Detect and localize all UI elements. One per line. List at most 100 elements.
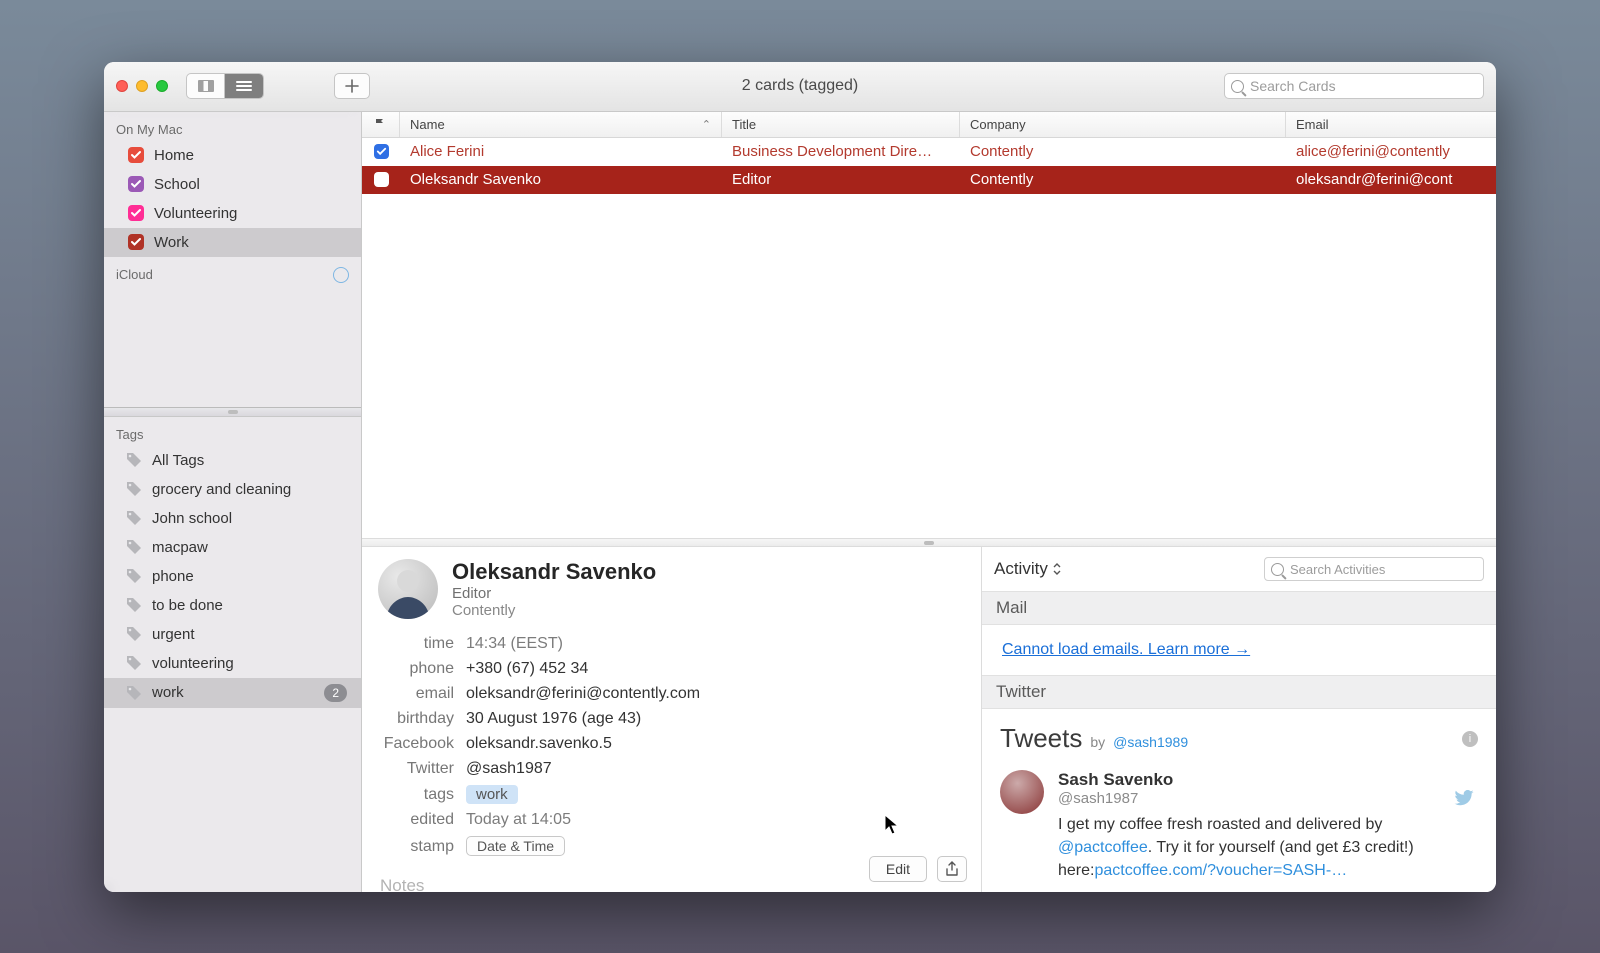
sidebar-deck-school[interactable]: School: [104, 170, 361, 199]
sidebar-deck-work[interactable]: Work: [104, 228, 361, 257]
card-row[interactable]: Oleksandr Savenko Editor Contently oleks…: [362, 166, 1496, 194]
horizontal-split-handle[interactable]: [362, 538, 1496, 547]
column-header-company[interactable]: Company: [960, 112, 1286, 137]
tweet-mention-link[interactable]: @pactcoffee: [1058, 839, 1148, 856]
sidebar-item-label: Home: [154, 147, 194, 164]
column-header-email[interactable]: Email: [1286, 112, 1496, 137]
stamp-date-time-button[interactable]: Date & Time: [466, 836, 565, 856]
tweets-heading: Tweets: [1000, 723, 1082, 754]
sidebar-tag-label: All Tags: [152, 452, 204, 469]
window-close-button[interactable]: [116, 80, 128, 92]
tweet-url-link[interactable]: pactcoffee.com/?voucher=SASH-…: [1094, 862, 1347, 879]
mail-load-error-link[interactable]: Cannot load emails. Learn more →: [1002, 641, 1250, 658]
tag-chip-work[interactable]: work: [466, 785, 518, 804]
edit-card-button[interactable]: Edit: [869, 856, 927, 882]
window-zoom-button[interactable]: [156, 80, 168, 92]
sidebar-tag-macpaw[interactable]: macpaw: [104, 533, 361, 562]
sidebar-group-icloud[interactable]: iCloud: [104, 257, 361, 287]
tag-icon: [126, 655, 142, 671]
field-label-email: email: [378, 685, 454, 703]
share-card-button[interactable]: [937, 856, 967, 882]
tweet-item[interactable]: Sash Savenko @sash1987 I get my coffee f…: [982, 764, 1496, 889]
field-label-birthday: birthday: [378, 710, 454, 728]
contact-avatar[interactable]: [378, 559, 438, 619]
sidebar-deck-volunteering[interactable]: Volunteering: [104, 199, 361, 228]
color-swatch-icon: [128, 176, 144, 192]
activity-heading-dropdown[interactable]: Activity: [994, 559, 1062, 579]
sidebar-tag-label: macpaw: [152, 539, 208, 556]
tag-icon: [126, 626, 142, 642]
plus-icon: [345, 79, 359, 93]
field-value-twitter[interactable]: @sash1987: [466, 760, 552, 778]
sidebar-tag-work[interactable]: work2: [104, 678, 361, 708]
contact-job-title: Editor: [452, 585, 656, 602]
field-value-phone[interactable]: +380 (67) 452 34: [466, 660, 588, 678]
view-mode-list-button[interactable]: [225, 74, 263, 98]
row-name: Oleksandr Savenko: [400, 171, 722, 188]
card-row[interactable]: Alice Ferini Business Development Dire… …: [362, 138, 1496, 166]
search-activities-field[interactable]: [1264, 557, 1484, 581]
view-mode-columns-button[interactable]: [187, 74, 225, 98]
tag-icon: [126, 568, 142, 584]
tweet-author-name[interactable]: Sash Savenko: [1058, 770, 1173, 789]
titlebar: 2 cards (tagged): [104, 62, 1496, 112]
row-name: Alice Ferini: [400, 143, 722, 160]
sidebar-tag-label: volunteering: [152, 655, 234, 672]
sidebar-split-handle[interactable]: [104, 407, 361, 417]
window-minimize-button[interactable]: [136, 80, 148, 92]
tweets-author-link[interactable]: @sash1989: [1113, 734, 1188, 750]
sync-icon[interactable]: [333, 267, 349, 283]
sidebar-item-label: Work: [154, 234, 189, 251]
row-company: Contently: [960, 143, 1286, 160]
cards-table-body: Alice Ferini Business Development Dire… …: [362, 138, 1496, 194]
chevron-updown-icon: [1052, 562, 1062, 576]
field-label-stamp: stamp: [378, 838, 454, 856]
sidebar-tag-phone[interactable]: phone: [104, 562, 361, 591]
traffic-lights: [116, 80, 168, 92]
activity-pane: Activity Mail Cannot load emails. Learn …: [982, 547, 1496, 892]
column-header-flag[interactable]: [362, 112, 400, 137]
tag-icon: [126, 481, 142, 497]
cards-table-header: Name ⌃ Title Company Email: [362, 112, 1496, 138]
sidebar-tag-all-tags[interactable]: All Tags: [104, 446, 361, 475]
row-title: Business Development Dire…: [722, 143, 960, 160]
field-value-time: 14:34 (EEST): [466, 635, 563, 653]
sidebar-deck-home[interactable]: Home: [104, 141, 361, 170]
sidebar-tag-john-school[interactable]: John school: [104, 504, 361, 533]
tag-icon: [126, 452, 142, 468]
sidebar-group-onmymac[interactable]: On My Mac: [104, 112, 361, 141]
sidebar-tag-grocery-and-cleaning[interactable]: grocery and cleaning: [104, 475, 361, 504]
sidebar-tag-volunteering[interactable]: volunteering: [104, 649, 361, 678]
field-label-twitter: Twitter: [378, 760, 454, 778]
sidebar-tag-urgent[interactable]: urgent: [104, 620, 361, 649]
tweet-author-handle[interactable]: @sash1987: [1058, 790, 1478, 807]
cards-table-empty-area[interactable]: [362, 194, 1496, 539]
search-icon: [1231, 80, 1244, 93]
row-flag-checkbox[interactable]: [374, 172, 389, 187]
add-card-button[interactable]: [334, 73, 370, 99]
row-flag-checkbox[interactable]: [374, 144, 389, 159]
search-cards-field[interactable]: [1224, 73, 1484, 99]
view-mode-segmented-control[interactable]: [186, 73, 264, 99]
field-label-tags: tags: [378, 786, 454, 804]
column-header-name[interactable]: Name ⌃: [400, 112, 722, 137]
sidebar-tag-label: to be done: [152, 597, 223, 614]
sidebar-tag-label: grocery and cleaning: [152, 481, 291, 498]
field-value-facebook[interactable]: oleksandr.savenko.5: [466, 735, 612, 753]
sidebar-group-tags[interactable]: Tags: [104, 417, 361, 446]
sidebar-item-label: Volunteering: [154, 205, 237, 222]
card-detail-pane: Oleksandr Savenko Editor Contently time1…: [362, 547, 982, 892]
search-cards-input[interactable]: [1250, 78, 1477, 94]
color-swatch-icon: [128, 147, 144, 163]
tweet-author-avatar[interactable]: [1000, 770, 1044, 814]
flag-icon: [375, 118, 386, 131]
column-header-title[interactable]: Title: [722, 112, 960, 137]
sidebar-tag-label: work: [152, 684, 184, 701]
row-company: Contently: [960, 171, 1286, 188]
field-label-edited: edited: [378, 811, 454, 829]
sidebar-tag-to-be-done[interactable]: to be done: [104, 591, 361, 620]
info-icon[interactable]: i: [1462, 731, 1478, 747]
field-value-email[interactable]: oleksandr@ferini@contently.com: [466, 685, 700, 703]
twitter-icon: [1454, 790, 1474, 806]
search-activities-input[interactable]: [1290, 562, 1477, 577]
